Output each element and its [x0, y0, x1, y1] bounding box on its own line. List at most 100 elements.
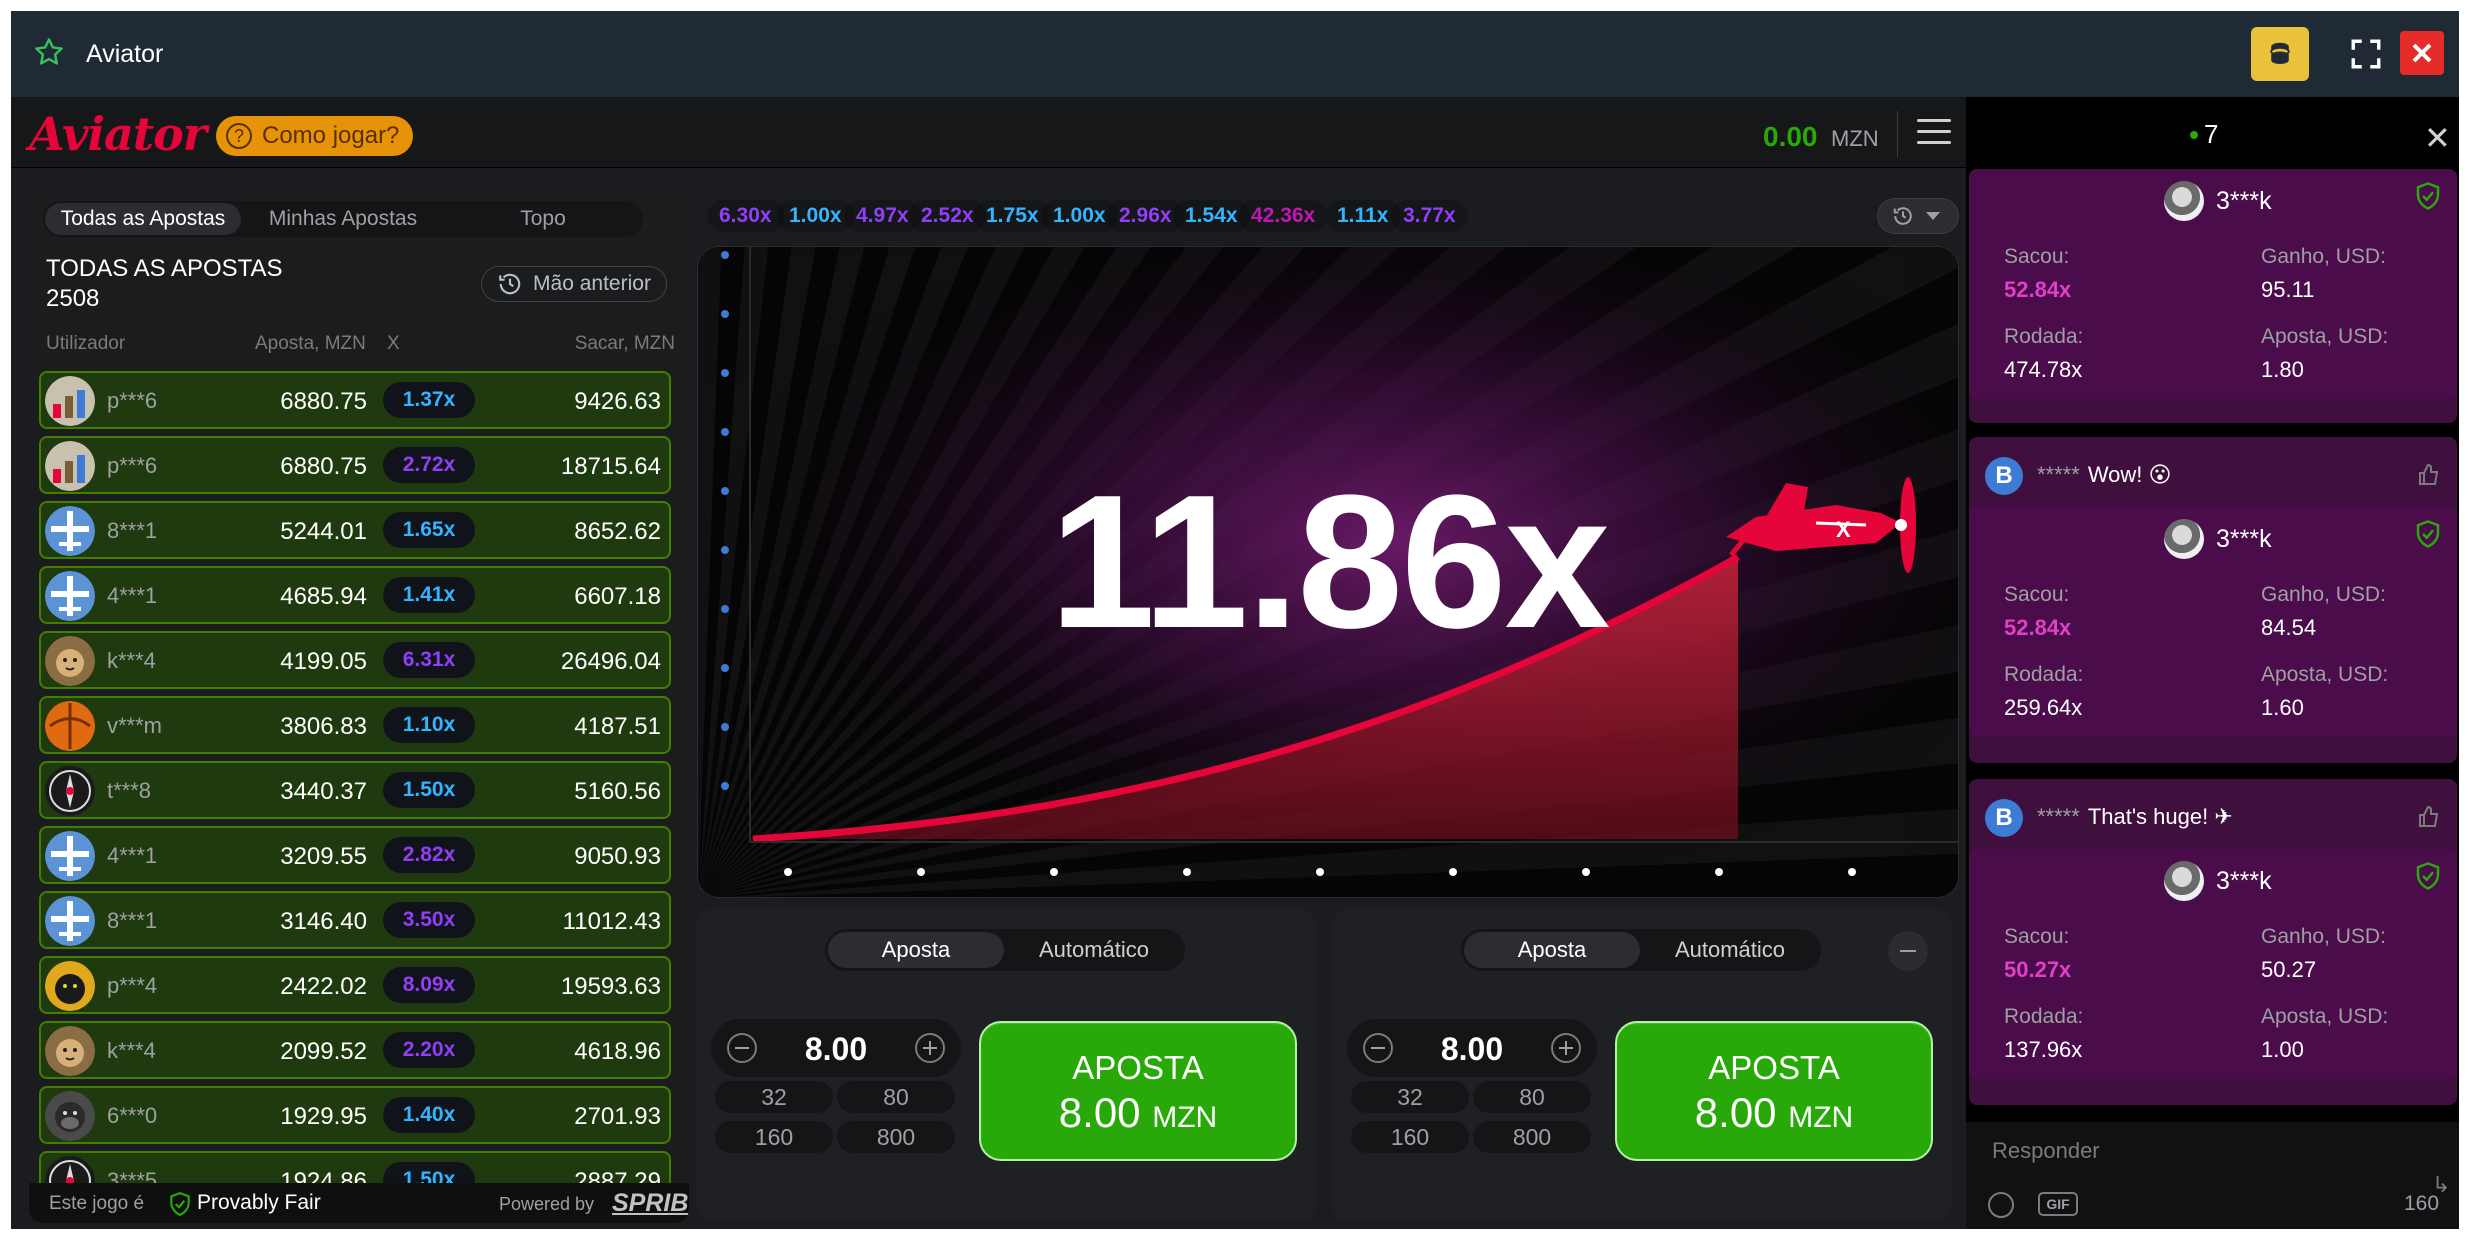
- place-bet-button[interactable]: APOSTA 8.00 MZN: [1615, 1021, 1933, 1161]
- menu-icon[interactable]: [1917, 119, 1951, 147]
- tab-my-bets[interactable]: Minhas Apostas: [243, 203, 443, 235]
- favorite-star-icon[interactable]: [33, 36, 69, 72]
- table-row: t***8 3440.37 1.50x 5160.56: [39, 761, 671, 819]
- all-bets-panel: Todas as Apostas Minhas Apostas Topo TOD…: [29, 183, 689, 1223]
- increase-bet-button[interactable]: [915, 1033, 945, 1063]
- remove-panel-button[interactable]: [1888, 931, 1928, 971]
- history-multiplier-chip[interactable]: 1.54x: [1173, 200, 1250, 232]
- like-icon[interactable]: [2417, 805, 2441, 829]
- bet-label: Aposta, USD:: [2261, 1005, 2389, 1028]
- history-icon: [499, 273, 521, 295]
- fullscreen-button[interactable]: [2337, 27, 2395, 81]
- row-bet: 2422.02: [280, 973, 367, 1000]
- row-cashout: 9426.63: [574, 388, 661, 415]
- gif-button[interactable]: GIF: [2038, 1192, 2078, 1216]
- row-multiplier: 2.20x: [383, 1032, 475, 1068]
- round-value: 137.96x: [2004, 1037, 2083, 1062]
- quick-amount-button[interactable]: 32: [715, 1081, 833, 1113]
- header-divider: [1897, 111, 1898, 157]
- coins-button[interactable]: [2251, 27, 2309, 81]
- history-multiplier-chip[interactable]: 1.00x: [777, 200, 854, 232]
- history-multiplier-chip[interactable]: 1.11x: [1325, 200, 1401, 232]
- provably-fair-link[interactable]: Provably Fair: [197, 1191, 321, 1215]
- avatar: B: [1985, 799, 2023, 837]
- tab-all-bets[interactable]: Todas as Apostas: [45, 203, 241, 235]
- cashed-label: Sacou:: [2004, 583, 2070, 606]
- chat-reply-box: Responder ↳ GIF 160: [1966, 1122, 2459, 1229]
- history-multiplier-chip[interactable]: 4.97x: [844, 200, 921, 232]
- like-icon[interactable]: [2417, 463, 2441, 487]
- tab-auto[interactable]: Automático: [1006, 932, 1182, 968]
- bet-value: 1.80: [2261, 357, 2304, 382]
- quick-amount-button[interactable]: 800: [837, 1121, 955, 1153]
- close-window-button[interactable]: [2400, 31, 2444, 75]
- bet-panel-2: Aposta Automático 8.00 32 80 160 800 APO…: [1333, 909, 1951, 1221]
- spribe-logo[interactable]: SPRIBE: [612, 1189, 689, 1218]
- row-username: p***4: [107, 973, 158, 998]
- win-value: 84.54: [2261, 615, 2317, 640]
- bet-label: Aposta, USD:: [2261, 325, 2389, 348]
- row-multiplier: 2.82x: [383, 837, 475, 873]
- table-row: 8***1 3146.40 3.50x 11012.43: [39, 891, 671, 949]
- row-multiplier: 1.41x: [383, 577, 475, 613]
- row-cashout: 11012.43: [562, 908, 661, 935]
- shared-win-user: 3***k: [2164, 519, 2272, 559]
- online-count: 7: [2204, 119, 2219, 149]
- shared-win-card: 3***k Sacou: 50.27x Ganho, USD: 50.27 Rodada:…: [1969, 849, 2457, 1079]
- verified-shield-icon[interactable]: [2413, 861, 2443, 891]
- tab-auto[interactable]: Automático: [1642, 932, 1818, 968]
- place-bet-label: APOSTA: [1708, 1049, 1840, 1086]
- row-cashout: 26496.04: [560, 648, 661, 675]
- minus-icon: [1900, 950, 1916, 952]
- coins-icon: [2270, 42, 2290, 64]
- quick-amount-button[interactable]: 800: [1473, 1121, 1591, 1153]
- row-multiplier: 6.31x: [383, 642, 475, 678]
- how-to-play-button[interactable]: ? Como jogar?: [216, 116, 414, 156]
- row-cashout: 5160.56: [574, 778, 661, 805]
- history-multiplier-chip[interactable]: 42.36x: [1239, 200, 1328, 232]
- game-stage: X 11.86x: [697, 246, 1959, 898]
- quick-amount-button[interactable]: 160: [1351, 1121, 1469, 1153]
- tab-bet[interactable]: Aposta: [1464, 932, 1640, 968]
- row-multiplier: 1.40x: [383, 1097, 475, 1133]
- table-row: k***4 2099.52 2.20x 4618.96: [39, 1021, 671, 1079]
- verified-shield-icon[interactable]: [2413, 519, 2443, 549]
- close-chat-icon[interactable]: ✕: [2424, 119, 2451, 157]
- bet-label: Aposta, USD:: [2261, 663, 2389, 686]
- round-label: Rodada:: [2004, 663, 2084, 686]
- history-multiplier-chip[interactable]: 3.77x: [1391, 200, 1468, 232]
- table-row: p***6 6880.75 1.37x 9426.63: [39, 371, 671, 429]
- quick-amount-button[interactable]: 32: [1351, 1081, 1469, 1113]
- history-multiplier-chip[interactable]: 1.00x: [1041, 200, 1118, 232]
- bet-panel-1: Aposta Automático 8.00 32 80 160 800 APO…: [697, 909, 1315, 1221]
- table-row: p***6 6880.75 2.72x 18715.64: [39, 436, 671, 494]
- history-dropdown-button[interactable]: [1877, 198, 1959, 234]
- history-multiplier-chip[interactable]: 2.96x: [1107, 200, 1184, 232]
- chat-panel: 7 ✕ 3***k Sacou: 52.84x Ganho, USD: 95.11 Rod…: [1966, 97, 2459, 1229]
- row-multiplier: 1.50x: [383, 772, 475, 808]
- history-multiplier-chip[interactable]: 6.30x: [707, 200, 784, 232]
- increase-bet-button[interactable]: [1551, 1033, 1581, 1063]
- quick-amount-button[interactable]: 80: [1473, 1081, 1591, 1113]
- avatar: [2164, 181, 2204, 221]
- provably-fair-footer: Este jogo é Provably Fair Powered by SPR…: [29, 1183, 689, 1223]
- bet-amount-stepper: 8.00: [1347, 1019, 1597, 1077]
- game-header: Aviator ? Como jogar? 0.00 MZN: [11, 97, 1966, 168]
- row-multiplier: 3.50x: [383, 902, 475, 938]
- column-bet: Aposta, MZN: [255, 333, 366, 354]
- row-username: 4***1: [107, 843, 158, 868]
- reply-input[interactable]: Responder: [1992, 1138, 2100, 1164]
- bet-value: 1.60: [2261, 695, 2304, 720]
- quick-amount-button[interactable]: 80: [837, 1081, 955, 1113]
- tab-bet[interactable]: Aposta: [828, 932, 1004, 968]
- emoji-icon[interactable]: [1988, 1192, 2014, 1218]
- tab-top[interactable]: Topo: [445, 203, 641, 235]
- shield-check-icon: [167, 1191, 193, 1223]
- place-bet-amount: 8.00 MZN: [1058, 1089, 1218, 1136]
- all-bets-title: TODAS AS APOSTAS: [46, 255, 283, 282]
- previous-hand-button[interactable]: Mão anterior: [481, 266, 667, 302]
- verified-shield-icon[interactable]: [2413, 181, 2443, 211]
- avatar: [45, 831, 95, 881]
- quick-amount-button[interactable]: 160: [715, 1121, 833, 1153]
- place-bet-button[interactable]: APOSTA 8.00 MZN: [979, 1021, 1297, 1161]
